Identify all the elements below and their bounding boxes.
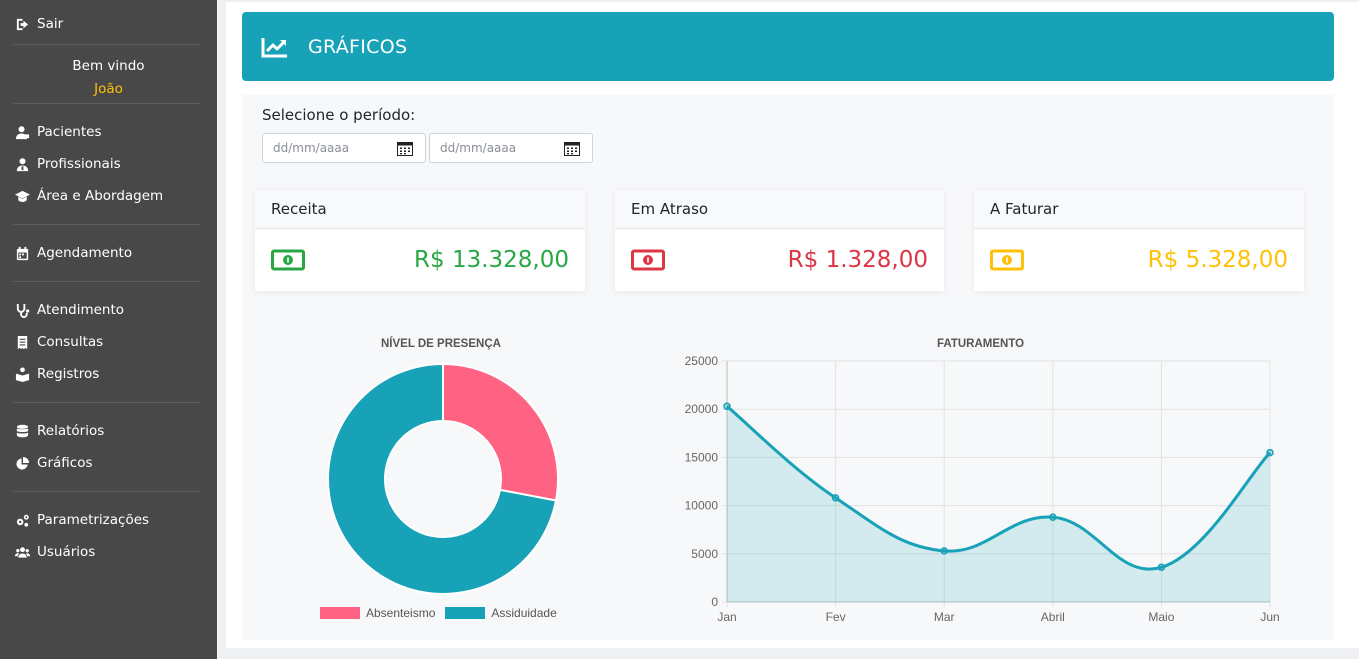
- user-injured-icon: [13, 124, 31, 140]
- sidebar-item-label: Parametrizações: [37, 512, 150, 528]
- user-name: João: [94, 81, 123, 97]
- x-tick-label: Fev: [826, 610, 846, 624]
- sidebar-item-label: Pacientes: [37, 124, 102, 140]
- period-label: Selecione o período:: [262, 106, 416, 124]
- sidebar-item-registros[interactable]: Registros: [13, 363, 99, 385]
- card-a-faturar: A Faturar R$ 5.328,00: [974, 190, 1304, 291]
- sidebar-item-label: Registros: [37, 366, 100, 382]
- card-title: Em Atraso: [615, 190, 944, 229]
- sidebar-item-label: Área e Abordagem: [37, 188, 164, 204]
- card-value: R$ 1.328,00: [787, 247, 928, 273]
- legend-label[interactable]: Assiduidade: [491, 606, 556, 620]
- sidebar-item-label: Gráficos: [37, 455, 93, 471]
- x-tick-label: Abril: [1041, 610, 1065, 624]
- page-header: GRÁFICOS: [242, 12, 1334, 81]
- legend-swatch: [445, 607, 486, 619]
- start-date-placeholder: dd/mm/aaaa: [273, 141, 350, 155]
- money-bill-icon: [271, 249, 305, 271]
- y-tick-label: 15000: [685, 450, 719, 464]
- y-tick-label: 10000: [685, 499, 719, 513]
- sidebar-item-label: Agendamento: [37, 245, 133, 261]
- data-point[interactable]: [723, 402, 731, 411]
- x-tick-label: Jun: [1260, 610, 1279, 624]
- sidebar-item-parametrizacoes[interactable]: Parametrizações: [13, 509, 149, 531]
- card-value: R$ 5.328,00: [1147, 247, 1288, 273]
- sidebar-item-pacientes[interactable]: Pacientes: [13, 121, 101, 143]
- sidebar-item-consultas[interactable]: Consultas: [13, 331, 103, 353]
- sidebar-item-label: Consultas: [37, 334, 104, 350]
- legend-swatch: [320, 607, 360, 619]
- receipt-icon: [13, 334, 31, 350]
- divider: [13, 224, 201, 225]
- doughnut-slice-absenteismo[interactable]: [442, 362, 559, 502]
- calendar-icon: [13, 245, 31, 261]
- pie-chart-icon: [13, 455, 31, 471]
- x-tick-label: Maio: [1148, 610, 1174, 624]
- billing-chart-title: FATURAMENTO: [937, 338, 1025, 350]
- calendar-icon[interactable]: [397, 141, 413, 156]
- presence-doughnut-chart: [327, 362, 559, 595]
- chart-line-icon: [261, 37, 287, 57]
- sidebar: Sair Bem vindo João Pacientes Profission…: [0, 0, 217, 659]
- y-tick-label: 0: [711, 595, 718, 609]
- sidebar-item-atendimento[interactable]: Atendimento: [13, 299, 124, 321]
- y-tick-label: 5000: [691, 547, 718, 561]
- end-date-input[interactable]: dd/mm/aaaa: [429, 133, 593, 163]
- presence-chart-title: NÍVEL DE PRESENÇA: [381, 338, 501, 350]
- x-tick-label: Mar: [934, 610, 955, 624]
- card-em-atraso: Em Atraso R$ 1.328,00: [615, 190, 944, 291]
- stethoscope-icon: [13, 302, 31, 318]
- presence-legend: Absenteismo Assiduidade: [320, 606, 557, 620]
- legend-label[interactable]: Absenteismo: [366, 606, 435, 620]
- card-value: R$ 13.328,00: [414, 247, 569, 273]
- billing-area-chart: 0 5000 10000 15000 20000 25000 Jan Fev Mar Abril M…: [685, 354, 1280, 624]
- database-icon: [13, 423, 31, 439]
- x-tick-label: Jan: [717, 610, 736, 624]
- divider: [13, 281, 201, 282]
- y-tick-label: 20000: [685, 402, 719, 416]
- card-receita: Receita R$ 13.328,00: [255, 190, 585, 291]
- welcome-text: Bem vindo: [72, 58, 145, 74]
- sidebar-item-graficos[interactable]: Gráficos: [13, 452, 93, 474]
- calendar-icon[interactable]: [564, 141, 580, 156]
- divider: [13, 402, 201, 403]
- page-title: GRÁFICOS: [308, 35, 408, 58]
- card-title: A Faturar: [974, 190, 1304, 229]
- sidebar-item-relatorios[interactable]: Relatórios: [13, 420, 104, 442]
- sidebar-item-profissionais[interactable]: Profissionais: [13, 153, 121, 175]
- sidebar-item-label: Atendimento: [37, 302, 125, 318]
- data-point[interactable]: [831, 494, 840, 502]
- start-date-input[interactable]: dd/mm/aaaa: [262, 133, 426, 163]
- sidebar-item-usuarios[interactable]: Usuários: [13, 541, 95, 563]
- area-fill: [727, 406, 1270, 602]
- divider: [13, 44, 201, 45]
- money-bill-icon: [990, 249, 1024, 271]
- data-point[interactable]: [1049, 513, 1057, 521]
- graduation-cap-icon: [13, 188, 31, 204]
- logout-button[interactable]: Sair: [13, 13, 63, 35]
- data-point[interactable]: [1266, 448, 1274, 457]
- sidebar-item-label: Usuários: [37, 544, 96, 560]
- end-date-placeholder: dd/mm/aaaa: [440, 141, 517, 155]
- data-point[interactable]: [1157, 563, 1166, 572]
- users-icon: [13, 544, 31, 560]
- sidebar-item-area-abordagem[interactable]: Área e Abordagem: [13, 185, 163, 207]
- sidebar-item-agendamento[interactable]: Agendamento: [13, 242, 132, 264]
- cogs-icon: [13, 512, 31, 528]
- card-title: Receita: [255, 190, 585, 229]
- sign-out-icon: [13, 16, 31, 32]
- sidebar-item-label: Relatórios: [37, 423, 105, 439]
- money-bill-icon: [631, 249, 665, 271]
- book-reader-icon: [13, 366, 31, 382]
- sidebar-item-label: Profissionais: [37, 156, 121, 172]
- divider: [13, 103, 201, 104]
- user-doctor-icon: [13, 156, 31, 172]
- divider: [13, 491, 201, 492]
- data-point[interactable]: [940, 547, 948, 555]
- y-tick-label: 25000: [685, 354, 719, 368]
- logout-label: Sair: [37, 16, 64, 32]
